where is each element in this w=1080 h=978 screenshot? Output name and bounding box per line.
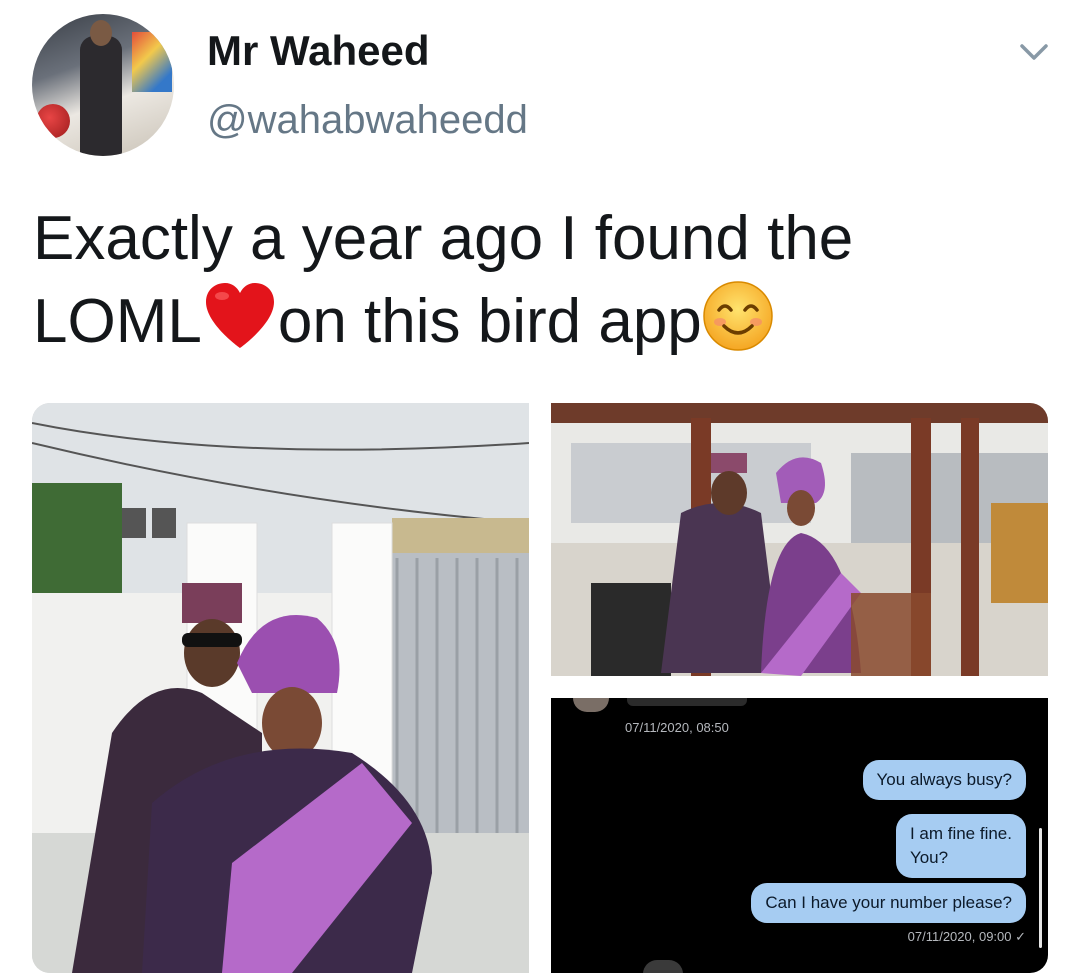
photo-couple-gazebo-image (551, 403, 1048, 676)
chevron-down-icon[interactable] (1014, 36, 1054, 66)
tweet-text: Exactly a year ago I found the LOML on th… (33, 198, 1033, 373)
chat-timestamp-top: 07/11/2020, 08:50 (625, 720, 729, 735)
photo-couple-outdoor-image (32, 403, 529, 973)
chat-scrollbar (1039, 828, 1042, 948)
photo-couple-gazebo[interactable] (551, 403, 1048, 676)
chat-message-line: You? (909, 848, 949, 867)
chat-cut-bubble (627, 698, 747, 706)
chat-message: Can I have your number please? (751, 883, 1026, 923)
red-heart-icon (202, 280, 278, 373)
avatar[interactable] (32, 14, 174, 156)
chat-message: You always busy? (862, 760, 1026, 800)
photo-chat-screenshot[interactable]: 07/11/2020, 08:50 You always busy? I am … (551, 698, 1048, 973)
smiling-face-icon (702, 280, 774, 373)
chat-cut-bubble-bottom (643, 960, 683, 973)
author-handle[interactable]: @wahabwaheedd (207, 98, 528, 143)
tweet-text-line2a: LOML (33, 287, 202, 356)
chat-timestamp-bottom: 07/11/2020, 09:00 ✓ (907, 929, 1026, 944)
chat-message: I am fine fine. You? (895, 814, 1026, 878)
avatar-background-art (132, 32, 172, 92)
avatar-figure-head (90, 20, 112, 46)
chat-message-line: I am fine fine. (909, 824, 1012, 843)
chat-avatar-peek (573, 698, 609, 712)
photo-couple-outdoor[interactable] (32, 403, 529, 973)
avatar-figure (80, 36, 122, 156)
avatar-ball (36, 104, 70, 138)
author-name[interactable]: Mr Waheed (207, 27, 429, 75)
tweet-text-line2b: on this bird app (277, 287, 702, 356)
tweet-text-line1: Exactly a year ago I found the (33, 204, 854, 273)
